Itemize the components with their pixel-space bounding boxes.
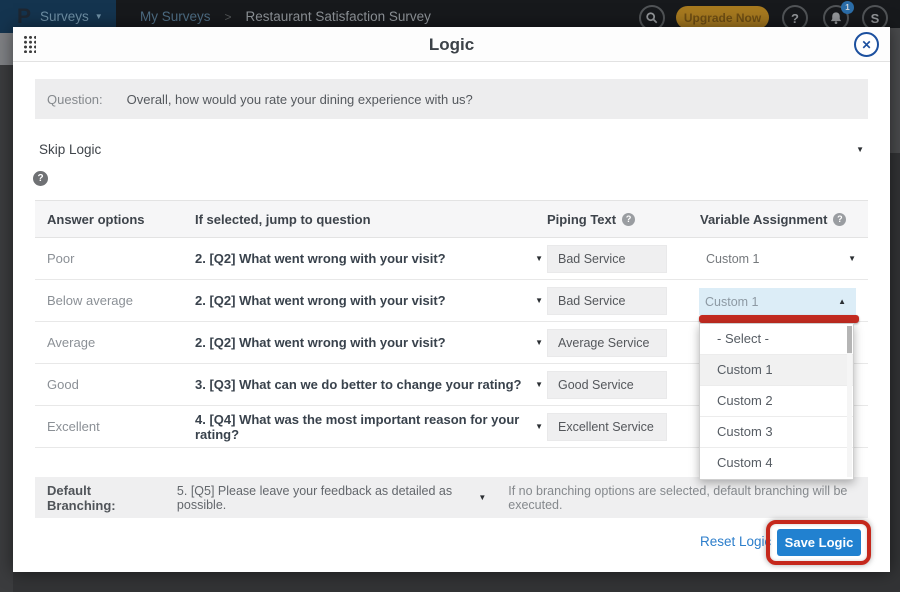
upgrade-now-button[interactable]: Upgrade Now: [676, 6, 769, 29]
brand-logo[interactable]: P: [17, 6, 31, 27]
dropdown-option[interactable]: Custom 3: [700, 417, 853, 448]
jump-question-dropdown[interactable]: 3. [Q3] What can we do better to change …: [195, 377, 547, 392]
question-label: Question:: [47, 92, 103, 107]
jump-question-value: 2. [Q2] What went wrong with your visit?: [195, 335, 446, 350]
skip-logic-help-icon[interactable]: ?: [33, 171, 48, 186]
variable-assignment-dropdown[interactable]: Custom 1 ▼: [700, 252, 868, 266]
variable-assignment-help-icon[interactable]: ?: [833, 213, 846, 226]
jump-question-value: 2. [Q2] What went wrong with your visit?: [195, 251, 446, 266]
variable-assignment-value: Custom 1: [706, 252, 760, 266]
default-branching-bar: Default Branching: 5. [Q5] Please leave …: [35, 477, 868, 518]
answer-option-label: Good: [35, 377, 195, 392]
chevron-up-icon: ▲: [838, 297, 846, 306]
jump-question-value: 4. [Q4] What was the most important reas…: [195, 412, 535, 442]
logic-type-dropdown[interactable]: Skip Logic ▼: [35, 127, 868, 171]
piping-text-input[interactable]: Excellent Service: [547, 413, 667, 441]
breadcrumb-parent[interactable]: My Surveys: [140, 9, 211, 24]
dropdown-option-highlighted[interactable]: Custom 1: [700, 355, 853, 386]
dropdown-option[interactable]: Custom 2: [700, 386, 853, 417]
header-piping-text: Piping Text ?: [547, 212, 700, 227]
dropdown-selected-value: Custom 1: [705, 295, 759, 309]
header-variable-assignment: Variable Assignment ?: [700, 212, 868, 227]
piping-text-input[interactable]: Average Service: [547, 329, 667, 357]
search-icon: [645, 11, 659, 25]
breadcrumb-current: Restaurant Satisfaction Survey: [246, 9, 431, 24]
answer-option-label: Average: [35, 335, 195, 350]
default-branching-dropdown[interactable]: 5. [Q5] Please leave your feedback as de…: [177, 484, 464, 512]
jump-question-dropdown[interactable]: 2. [Q2] What went wrong with your visit?…: [195, 335, 547, 350]
dropdown-option[interactable]: Custom 4: [700, 448, 853, 479]
piping-text-input[interactable]: Bad Service: [547, 287, 667, 315]
logic-type-value: Skip Logic: [39, 142, 101, 157]
jump-question-value: 2. [Q2] What went wrong with your visit?: [195, 293, 446, 308]
notification-badge: 1: [841, 1, 854, 14]
chevron-down-icon: ▼: [535, 296, 543, 305]
dropdown-scrollbar[interactable]: [847, 326, 852, 477]
screen: My Surveys > Restaurant Satisfaction Sur…: [0, 0, 900, 592]
dropdown-scrollbar-thumb[interactable]: [847, 326, 852, 353]
chevron-down-icon: ▼: [535, 338, 543, 347]
default-branching-label: Default Branching:: [47, 483, 149, 513]
jump-question-dropdown[interactable]: 4. [Q4] What was the most important reas…: [195, 412, 547, 442]
jump-question-dropdown[interactable]: 2. [Q2] What went wrong with your visit?…: [195, 293, 547, 308]
annotation-red-underline: [699, 315, 859, 323]
jump-question-value: 3. [Q3] What can we do better to change …: [195, 377, 521, 392]
close-button[interactable]: ✕: [854, 32, 879, 57]
chevron-down-icon: ▼: [95, 12, 103, 21]
avatar-initial: S: [871, 11, 880, 26]
chevron-down-icon: ▼: [535, 380, 543, 389]
help-icon: ?: [791, 11, 799, 26]
question-mark-glyph: ?: [37, 173, 43, 184]
page-edge-right: [890, 28, 900, 153]
chevron-down-icon: ▼: [535, 422, 543, 431]
chevron-down-icon: ▼: [848, 254, 856, 263]
logic-modal: Logic ✕ Question: Overall, how would you…: [13, 27, 890, 572]
chevron-down-icon: ▼: [478, 493, 486, 502]
modal-title: Logic: [13, 27, 890, 62]
header-answer-options: Answer options: [35, 212, 195, 227]
reset-logic-link[interactable]: Reset Logic: [700, 534, 771, 549]
header-piping-text-label: Piping Text: [547, 212, 616, 227]
jump-question-dropdown[interactable]: 2. [Q2] What went wrong with your visit?…: [195, 251, 547, 266]
close-icon: ✕: [861, 38, 871, 52]
answer-option-label: Poor: [35, 251, 195, 266]
modal-header: Logic ✕: [13, 27, 890, 62]
chevron-down-icon: ▼: [535, 254, 543, 263]
table-header-row: Answer options If selected, jump to ques…: [35, 200, 868, 238]
default-branching-note: If no branching options are selected, de…: [508, 484, 856, 512]
question-text: Overall, how would you rate your dining …: [127, 92, 473, 107]
nav-surveys[interactable]: Surveys ▼: [40, 9, 103, 24]
header-jump-question: If selected, jump to question: [195, 212, 547, 227]
breadcrumb-separator: >: [225, 10, 232, 24]
bell-icon: [829, 11, 843, 25]
page-edge-left: [0, 65, 13, 592]
dropdown-options-panel: - Select - Custom 1 Custom 2 Custom 3 Cu…: [699, 323, 854, 480]
question-bar: Question: Overall, how would you rate yo…: [35, 79, 868, 119]
piping-text-help-icon[interactable]: ?: [622, 213, 635, 226]
nav-surveys-label: Surveys: [40, 9, 89, 24]
piping-text-input[interactable]: Bad Service: [547, 245, 667, 273]
header-variable-assignment-label: Variable Assignment: [700, 212, 827, 227]
chevron-down-icon: ▼: [856, 145, 864, 154]
table-row: Poor 2. [Q2] What went wrong with your v…: [35, 238, 868, 280]
dropdown-option[interactable]: - Select -: [700, 324, 853, 355]
answer-option-label: Excellent: [35, 419, 195, 434]
variable-assignment-open-dropdown[interactable]: Custom 1 ▲: [699, 288, 856, 315]
save-logic-button[interactable]: Save Logic: [777, 529, 861, 556]
answer-option-label: Below average: [35, 293, 195, 308]
piping-text-input[interactable]: Good Service: [547, 371, 667, 399]
page-edge-left-top: [0, 33, 13, 65]
